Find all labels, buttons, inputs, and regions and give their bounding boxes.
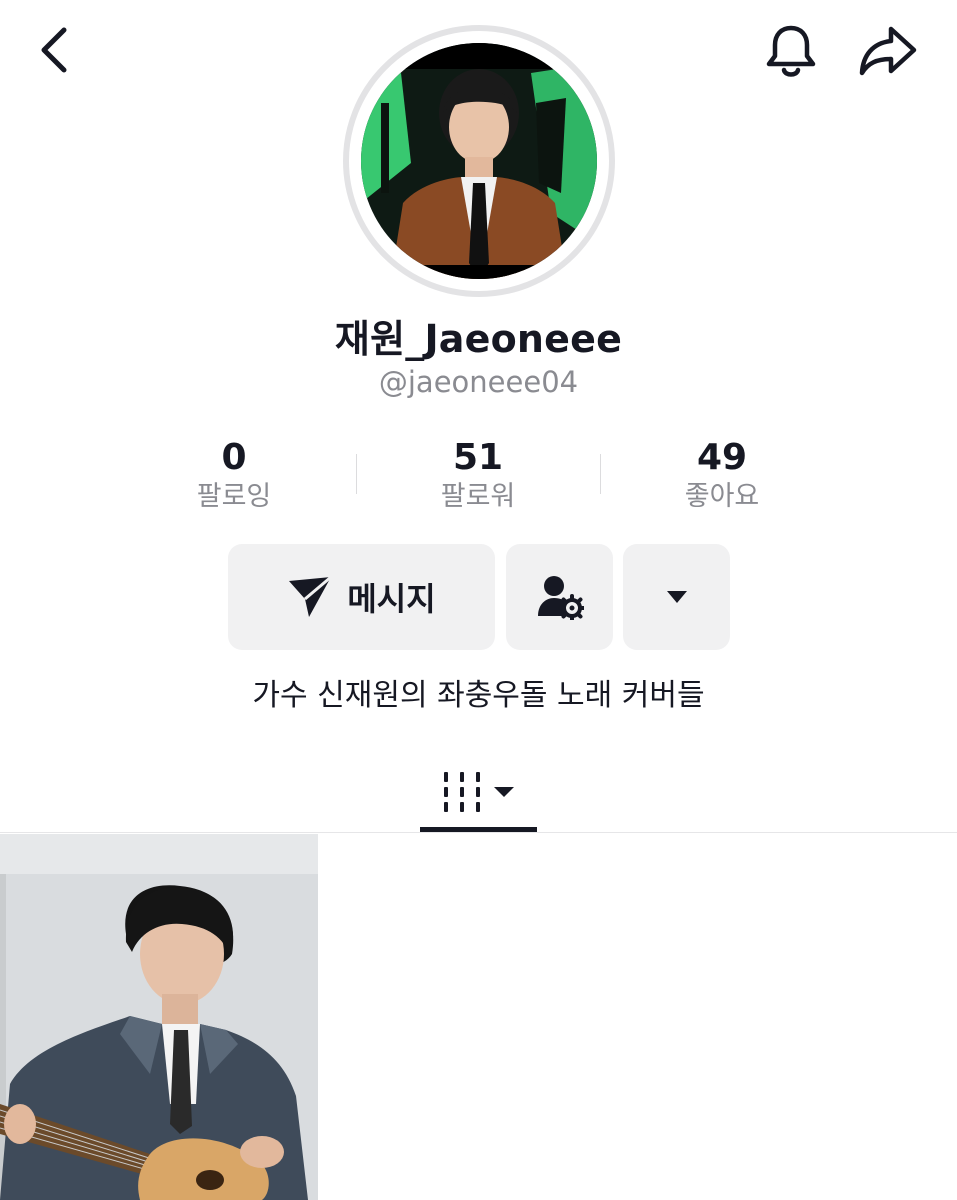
stat-following[interactable]: 0 팔로잉 bbox=[112, 436, 356, 516]
notification-bell-button[interactable] bbox=[758, 18, 824, 84]
following-label: 팔로잉 bbox=[196, 481, 272, 512]
message-button[interactable]: 메시지 bbox=[228, 544, 495, 650]
video-thumbnail[interactable] bbox=[0, 834, 318, 1200]
back-button[interactable] bbox=[22, 18, 86, 82]
profile-avatar[interactable] bbox=[343, 25, 615, 297]
chevron-left-icon bbox=[41, 27, 67, 73]
followers-label: 팔로워 bbox=[440, 481, 516, 512]
tab-videos[interactable] bbox=[420, 750, 537, 834]
send-icon bbox=[289, 575, 333, 617]
stat-divider bbox=[600, 454, 601, 494]
likes-count: 49 bbox=[696, 437, 748, 478]
followers-count: 51 bbox=[452, 437, 504, 478]
share-button[interactable] bbox=[852, 18, 924, 82]
follow-settings-button[interactable] bbox=[506, 544, 613, 650]
stat-divider bbox=[356, 454, 357, 494]
bell-icon bbox=[766, 25, 816, 77]
following-count: 0 bbox=[221, 437, 247, 478]
content-tab-bar bbox=[0, 750, 957, 834]
avatar-photo bbox=[361, 43, 597, 279]
tab-divider bbox=[0, 832, 957, 833]
likes-label: 좋아요 bbox=[684, 481, 760, 512]
stat-followers[interactable]: 51 팔로워 bbox=[356, 436, 600, 516]
video-grid bbox=[0, 834, 957, 1200]
display-name: 재원_Jaeoneee bbox=[334, 317, 623, 361]
message-button-label: 메시지 bbox=[347, 580, 436, 618]
share-arrow-icon bbox=[859, 26, 917, 76]
stat-likes[interactable]: 49 좋아요 bbox=[600, 436, 844, 516]
profile-stats: 0 팔로잉 51 팔로워 49 좋아요 bbox=[112, 436, 844, 516]
username: @jaeoneee04 bbox=[378, 365, 579, 399]
caret-down-icon bbox=[666, 591, 687, 603]
more-options-button[interactable] bbox=[623, 544, 730, 650]
profile-bio: 가수 신재원의 좌충우돌 노래 커버들 bbox=[252, 678, 705, 713]
user-gear-icon bbox=[537, 576, 584, 620]
videos-grid-icon bbox=[443, 772, 514, 812]
